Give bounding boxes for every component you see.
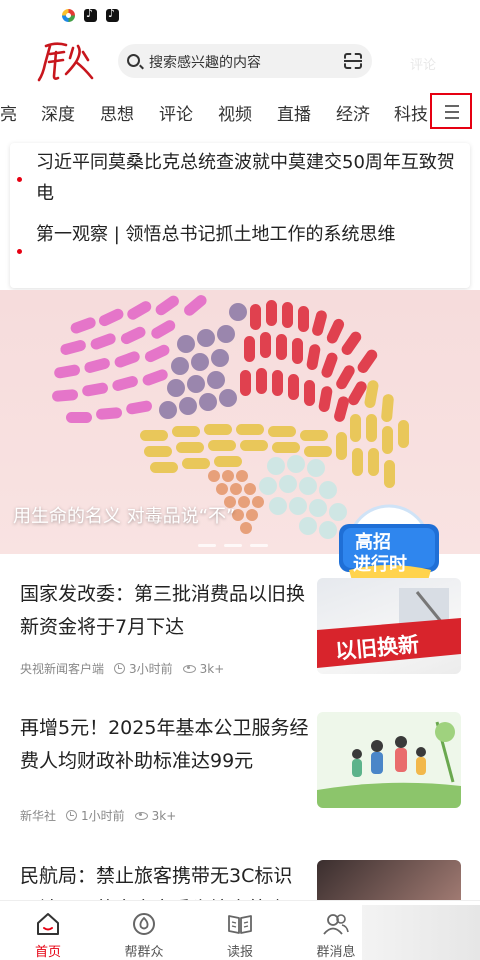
header-faded-label: 评论 — [410, 58, 437, 73]
home-icon — [37, 913, 59, 935]
nav-home-label: 首页 — [34, 945, 61, 960]
carousel-dot — [198, 544, 216, 547]
news-time: 3小时前 — [129, 662, 173, 676]
people-icon — [323, 914, 349, 935]
tiktok-notification-icon — [106, 7, 119, 22]
search-icon — [127, 54, 140, 67]
help-icon — [133, 913, 155, 935]
carousel-dot — [224, 544, 242, 547]
tab-depth[interactable]: 深度 — [41, 100, 75, 125]
headline-item[interactable]: 习近平同莫桑比克总统查波就中莫建交50周年互致贺电 — [36, 147, 456, 209]
news-meta: 新华社 1小时前 3k+ — [20, 807, 176, 824]
headline-bullet — [17, 249, 22, 254]
headline-bullet — [17, 177, 22, 182]
news-item[interactable]: 民航局：禁止旅客携带无3C标识及被召回的充电宝乘坐境内航班 — [20, 860, 461, 900]
tiktok-notification-icon — [84, 7, 97, 22]
nav-read-paper-label: 读报 — [226, 945, 253, 960]
search-bar[interactable]: 搜索感兴趣的内容 — [118, 44, 372, 78]
nav-read-paper[interactable]: 读报 — [192, 901, 288, 960]
top-headlines-card: 习近平同莫桑比克总统查波就中莫建交50周年互致贺电 第一观察 | 领悟总书记抓土… — [10, 143, 470, 288]
news-views: 3k+ — [199, 662, 225, 676]
tab-liang[interactable]: 亮 — [0, 100, 17, 125]
clock-icon — [114, 663, 126, 674]
tab-video[interactable]: 视频 — [218, 100, 252, 125]
news-thumbnail — [317, 712, 461, 808]
news-thumbnail: 以旧换新 — [317, 578, 461, 674]
news-title: 再增5元！2025年基本公卫服务经费人均财政补助标准达99元 — [20, 717, 309, 772]
nav-home[interactable]: 首页 — [0, 901, 96, 960]
nav-overlay — [362, 905, 480, 960]
news-item[interactable]: 国家发改委：第三批消费品以旧换新资金将于7月下达 央视新闻客户端 3小时前 3k+ … — [20, 578, 461, 690]
news-item[interactable]: 再增5元！2025年基本公卫服务经费人均财政补助标准达99元 新华社 1小时前 3k… — [20, 712, 461, 832]
channel-menu-button[interactable] — [430, 93, 472, 129]
promo-badge[interactable]: 高招 进行时 — [327, 500, 447, 590]
tab-tech[interactable]: 科技 — [394, 100, 428, 125]
news-time: 1小时前 — [81, 809, 125, 823]
news-source: 央视新闻客户端 — [20, 662, 105, 676]
promo-badge-line2: 进行时 — [353, 554, 407, 575]
tab-thought[interactable]: 思想 — [100, 100, 134, 125]
tab-commentary[interactable]: 评论 — [159, 100, 193, 125]
book-icon — [228, 915, 252, 934]
scan-icon[interactable] — [344, 53, 362, 69]
clock-icon — [66, 810, 78, 821]
views-icon — [134, 812, 148, 820]
news-thumbnail — [317, 860, 461, 900]
carousel-dot — [250, 544, 268, 547]
channel-tabs: 亮 深度 思想 评论 视频 直播 经济 科技 — [0, 92, 480, 132]
headline-item[interactable]: 第一观察 | 领悟总书记抓土地工作的系统思维 — [36, 219, 456, 250]
news-views: 3k+ — [151, 809, 177, 823]
app-logo — [37, 42, 94, 82]
banner-caption: 用生命的名义 对毒品说“不” — [13, 506, 236, 527]
news-thumbnail-art — [317, 721, 461, 808]
views-icon — [182, 665, 196, 673]
news-meta: 央视新闻客户端 3小时前 3k+ — [20, 660, 224, 677]
app-header: 搜索感兴趣的内容 评论 — [0, 32, 480, 90]
app-notification-icon — [62, 9, 75, 22]
nav-help-label: 帮群众 — [124, 945, 164, 960]
news-title: 民航局：禁止旅客携带无3C标识及被召回的充电宝乘坐境内航班 — [20, 865, 293, 900]
tab-economy[interactable]: 经济 — [336, 100, 370, 125]
status-bar — [0, 0, 480, 32]
nav-help[interactable]: 帮群众 — [96, 901, 192, 960]
news-source: 新华社 — [20, 809, 57, 823]
search-placeholder: 搜索感兴趣的内容 — [149, 55, 261, 71]
tab-live[interactable]: 直播 — [277, 100, 311, 125]
news-title: 国家发改委：第三批消费品以旧换新资金将于7月下达 — [20, 583, 306, 638]
